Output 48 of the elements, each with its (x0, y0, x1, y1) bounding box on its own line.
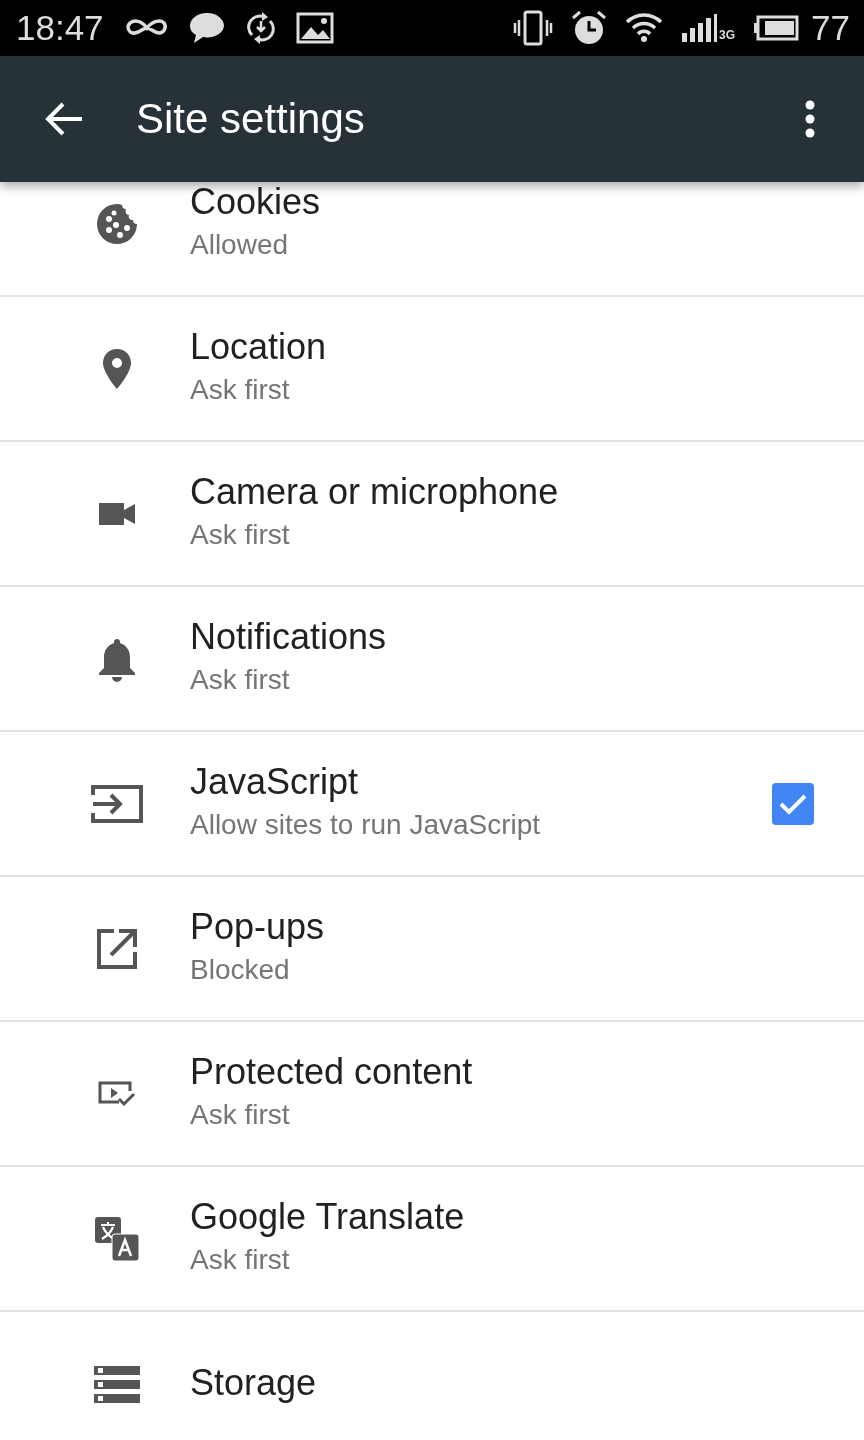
signal-icon (681, 13, 718, 43)
chat-bubble-icon (187, 11, 226, 45)
open-in-new-icon (95, 926, 139, 971)
video-camera-icon (97, 500, 137, 527)
location-pin-icon (102, 347, 132, 390)
settings-item[interactable]: Pop-ups Blocked (0, 877, 864, 1022)
setting-status: Allowed (190, 227, 290, 262)
settings-item[interactable]: Camera or microphone Ask first (0, 442, 864, 587)
setting-title: Pop-ups (190, 906, 326, 947)
setting-status: Ask first (190, 517, 291, 552)
settings-item[interactable]: Google Translate Ask first (0, 1167, 864, 1312)
status-time: 18:47 (16, 8, 104, 48)
setting-title: Google Translate (190, 1196, 466, 1237)
network-type: 3G (719, 28, 736, 42)
cookie-icon (96, 202, 138, 245)
input-arrow-icon (91, 782, 143, 825)
setting-title: Camera or microphone (190, 471, 560, 512)
more-vertical-icon (805, 100, 815, 138)
settings-item[interactable]: JavaScript Allow sites to run JavaScript (0, 732, 864, 877)
image-icon (295, 12, 334, 44)
setting-title: JavaScript (190, 761, 360, 802)
vibrate-icon (513, 10, 554, 46)
setting-title: Protected content (190, 1051, 474, 1092)
settings-item[interactable]: Location Ask first (0, 297, 864, 442)
checkbox[interactable] (772, 782, 814, 825)
wifi-icon (625, 13, 664, 43)
setting-title: Location (190, 326, 328, 367)
setting-status: Ask first (190, 1242, 291, 1277)
storage-icon (94, 1365, 140, 1404)
settings-item[interactable]: Cookies Allowed (0, 182, 864, 297)
setting-status: Ask first (190, 372, 291, 407)
settings-item[interactable]: Protected content Ask first (0, 1022, 864, 1167)
setting-status: Blocked (190, 952, 291, 987)
settings-item[interactable]: Notifications Ask first (0, 587, 864, 732)
alarm-clock-icon (571, 10, 608, 46)
battery-icon (753, 15, 800, 41)
setting-title: Notifications (190, 616, 388, 657)
screen-title: Site settings (136, 95, 366, 143)
translate-icon (94, 1215, 140, 1262)
setting-title: Storage (190, 1362, 318, 1403)
video-check-icon (97, 1079, 137, 1108)
battery-level: 77 (811, 8, 850, 48)
back-arrow-icon (44, 101, 84, 137)
setting-title: Cookies (190, 182, 322, 222)
setting-status: Ask first (190, 662, 291, 697)
setting-status: Allow sites to run JavaScript (190, 807, 542, 842)
settings-item[interactable]: Storage (0, 1312, 864, 1440)
setting-status: Ask first (190, 1097, 291, 1132)
